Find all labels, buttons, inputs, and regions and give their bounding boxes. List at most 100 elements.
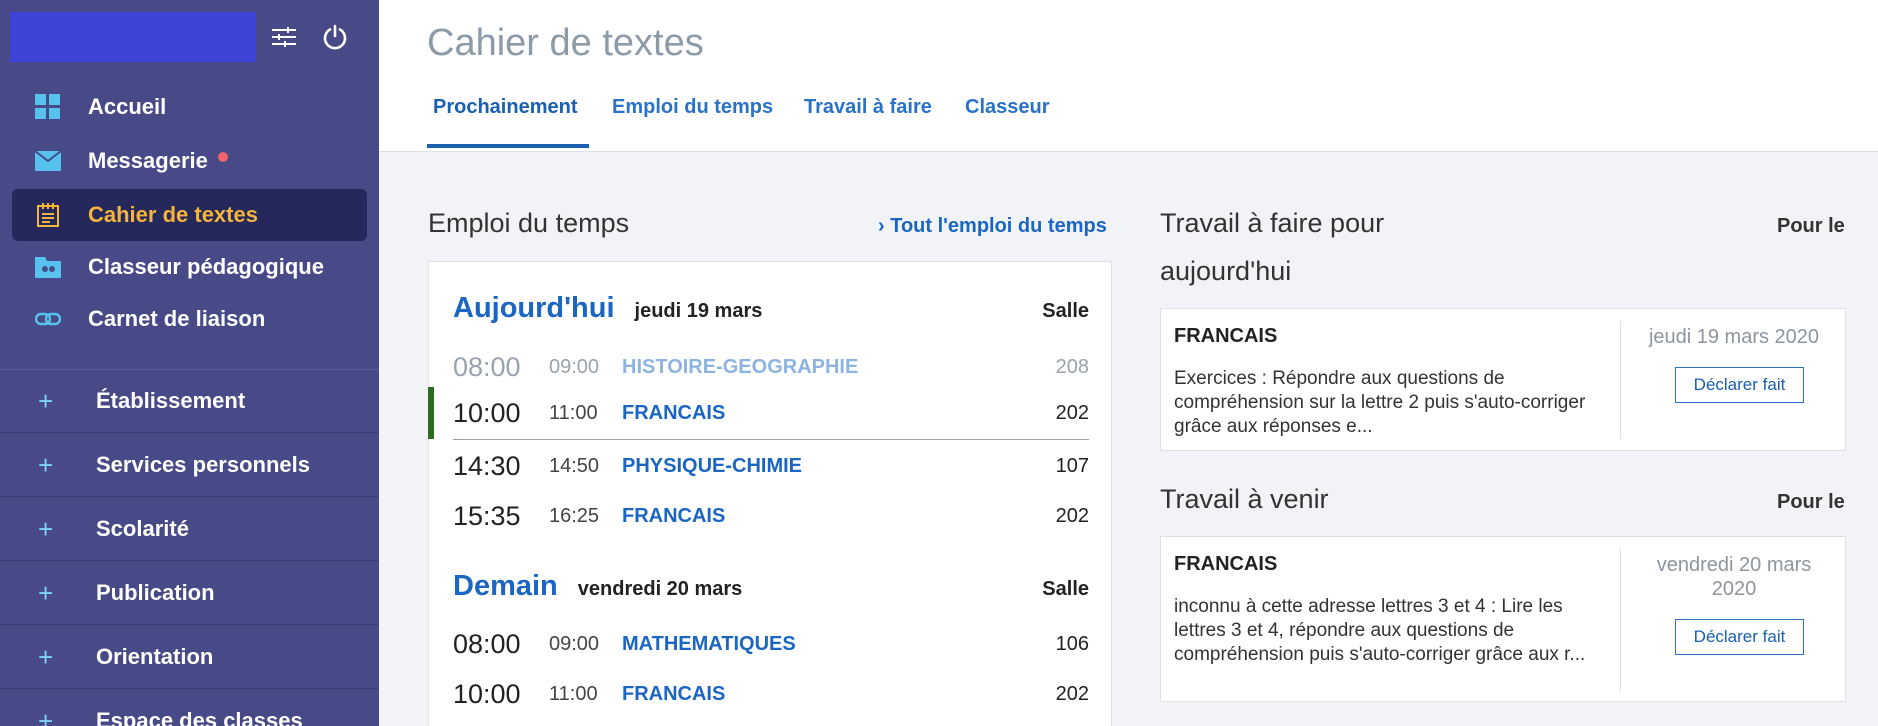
nav-item-accueil[interactable]: Accueil (12, 81, 367, 133)
tab-prochainement[interactable]: Prochainement (433, 96, 577, 119)
homework-card: FRANCAIS inconnu à cette adresse lettres… (1160, 536, 1846, 702)
homework-description: Exercices : Répondre aux questions de co… (1174, 368, 1586, 437)
nav-item-messagerie[interactable]: Messagerie (12, 135, 367, 187)
lesson-end: 16:25 (549, 504, 600, 527)
day-date: vendredi 20 mars (577, 578, 743, 600)
lesson-room: 202 (1055, 682, 1089, 705)
plus-icon: + (38, 641, 54, 672)
homework-description: inconnu à cette adresse lettres 3 et 4 :… (1174, 596, 1586, 665)
lesson-row[interactable]: 10:00 11:00 FRANCAIS 202 (453, 389, 1089, 437)
full-timetable-link[interactable]: › Tout l'emploi du temps (878, 215, 1107, 238)
plus-icon: + (38, 577, 54, 608)
plus-icon: + (38, 449, 54, 480)
link-icon (34, 305, 62, 333)
lesson-subject: FRANCAIS (622, 504, 726, 527)
nav-label-cahier-de-textes: Cahier de textes (88, 202, 258, 227)
lesson-subject: FRANCAIS (622, 401, 726, 424)
lesson-subject: HISTOIRE-GEOGRAPHIE (622, 355, 859, 378)
lesson-row[interactable]: 08:00 09:00 HISTOIRE-GEOGRAPHIE 208 (453, 343, 1089, 391)
page-title: Cahier de textes (427, 22, 704, 64)
power-icon[interactable] (320, 22, 350, 52)
room-column-header: Salle (1042, 578, 1089, 600)
tab-emploi-du-temps[interactable]: Emploi du temps (612, 96, 773, 119)
homework-subject: FRANCAIS (1174, 325, 1278, 347)
day-date: jeudi 19 mars (634, 300, 763, 322)
day-name: Aujourd'hui (453, 292, 615, 324)
tab-classeur[interactable]: Classeur (965, 96, 1050, 119)
envelope-icon (34, 147, 62, 175)
plus-icon: + (38, 385, 54, 416)
section-publication[interactable]: + Publication (0, 562, 379, 625)
room-column-header: Salle (1042, 300, 1089, 322)
homework-today-heading-line2: aujourd'hui (1160, 256, 1292, 286)
lesson-start: 10:00 (453, 397, 521, 428)
lesson-start: 08:00 (453, 351, 521, 382)
section-scolarite[interactable]: + Scolarité (0, 498, 379, 561)
day-header-tomorrow: Demain vendredi 20 mars Salle (453, 570, 1089, 603)
school-logo-banner (10, 12, 256, 62)
settings-sliders-icon[interactable] (269, 22, 299, 52)
section-label: Publication (96, 580, 215, 605)
declare-done-button[interactable]: Déclarer fait (1675, 367, 1804, 403)
lesson-subject: FRANCAIS (622, 682, 726, 705)
lesson-room: 107 (1055, 454, 1089, 477)
lesson-end: 11:00 (549, 401, 598, 424)
notebook-icon (34, 201, 62, 229)
lesson-start: 08:00 (453, 628, 521, 659)
tab-travail-a-faire[interactable]: Travail à faire (804, 96, 932, 119)
lesson-subject: PHYSIQUE-CHIMIE (622, 454, 803, 477)
folder-icon (34, 253, 62, 281)
homework-due-date: vendredi 20 mars 2020 (1656, 554, 1812, 600)
lesson-subject: MATHEMATIQUES (622, 632, 796, 655)
plus-icon: + (38, 513, 54, 544)
page-header: Cahier de textes Prochainement Emploi du… (379, 0, 1878, 152)
lesson-start: 10:00 (453, 678, 521, 709)
due-date-column-header: Pour le (1777, 215, 1845, 237)
nav-label-carnet-de-liaison: Carnet de liaison (88, 306, 266, 331)
lesson-start: 14:30 (453, 450, 521, 481)
day-header-today: Aujourd'hui jeudi 19 mars Salle (453, 292, 1089, 325)
section-etablissement[interactable]: + Établissement (0, 370, 379, 433)
section-services-personnels[interactable]: + Services personnels (0, 434, 379, 497)
section-espace-des-classes[interactable]: + Espace des classes (0, 690, 379, 726)
lesson-room: 202 (1055, 401, 1089, 424)
card-divider (1620, 549, 1621, 691)
lesson-room: 202 (1055, 504, 1089, 527)
current-lesson-indicator (428, 387, 434, 439)
day-name: Demain (453, 570, 558, 602)
lesson-row[interactable]: 10:00 11:00 FRANCAIS 202 (453, 670, 1089, 718)
declare-done-button[interactable]: Déclarer fait (1675, 619, 1804, 655)
lesson-start: 15:35 (453, 500, 521, 531)
section-orientation[interactable]: + Orientation (0, 626, 379, 689)
nav-item-classeur-pedagogique[interactable]: Classeur pédagogique (12, 241, 367, 293)
nav-item-cahier-de-textes[interactable]: Cahier de textes (12, 189, 367, 241)
section-label: Orientation (96, 644, 214, 669)
lesson-row[interactable]: 08:00 09:00 MATHEMATIQUES 106 (453, 620, 1089, 668)
lesson-room: 106 (1055, 632, 1089, 655)
lesson-row[interactable]: 14:30 14:50 PHYSIQUE-CHIMIE 107 (453, 442, 1089, 490)
homework-due-date: jeudi 19 mars 2020 (1648, 326, 1820, 348)
homework-subject: FRANCAIS (1174, 553, 1278, 575)
due-date-column-header: Pour le (1777, 491, 1845, 513)
active-tab-indicator (427, 144, 589, 148)
current-time-line (453, 439, 1089, 440)
section-label: Espace des classes (96, 708, 303, 726)
lesson-room: 208 (1055, 355, 1089, 378)
nav-item-carnet-de-liaison[interactable]: Carnet de liaison (12, 293, 367, 345)
lesson-row[interactable]: 15:35 16:25 FRANCAIS 202 (453, 492, 1089, 540)
nav-label-messagerie: Messagerie (88, 148, 208, 173)
lesson-end: 11:00 (549, 682, 598, 705)
homework-today-heading: Travail à faire pour (1160, 208, 1385, 238)
section-label: Services personnels (96, 452, 311, 477)
section-label: Scolarité (96, 516, 189, 541)
lesson-end: 09:00 (549, 355, 600, 378)
timetable-heading: Emploi du temps (428, 208, 630, 238)
sidebar: Accueil Messagerie Cahier de textes Clas… (0, 0, 379, 726)
nav-label-classeur-pedagogique: Classeur pédagogique (88, 254, 324, 279)
homework-upcoming-heading: Travail à venir (1160, 484, 1329, 514)
section-label: Établissement (96, 388, 246, 413)
nav-label-accueil: Accueil (88, 94, 167, 119)
plus-icon: + (38, 705, 54, 726)
lesson-end: 14:50 (549, 454, 600, 477)
dashboard-icon (34, 93, 62, 121)
